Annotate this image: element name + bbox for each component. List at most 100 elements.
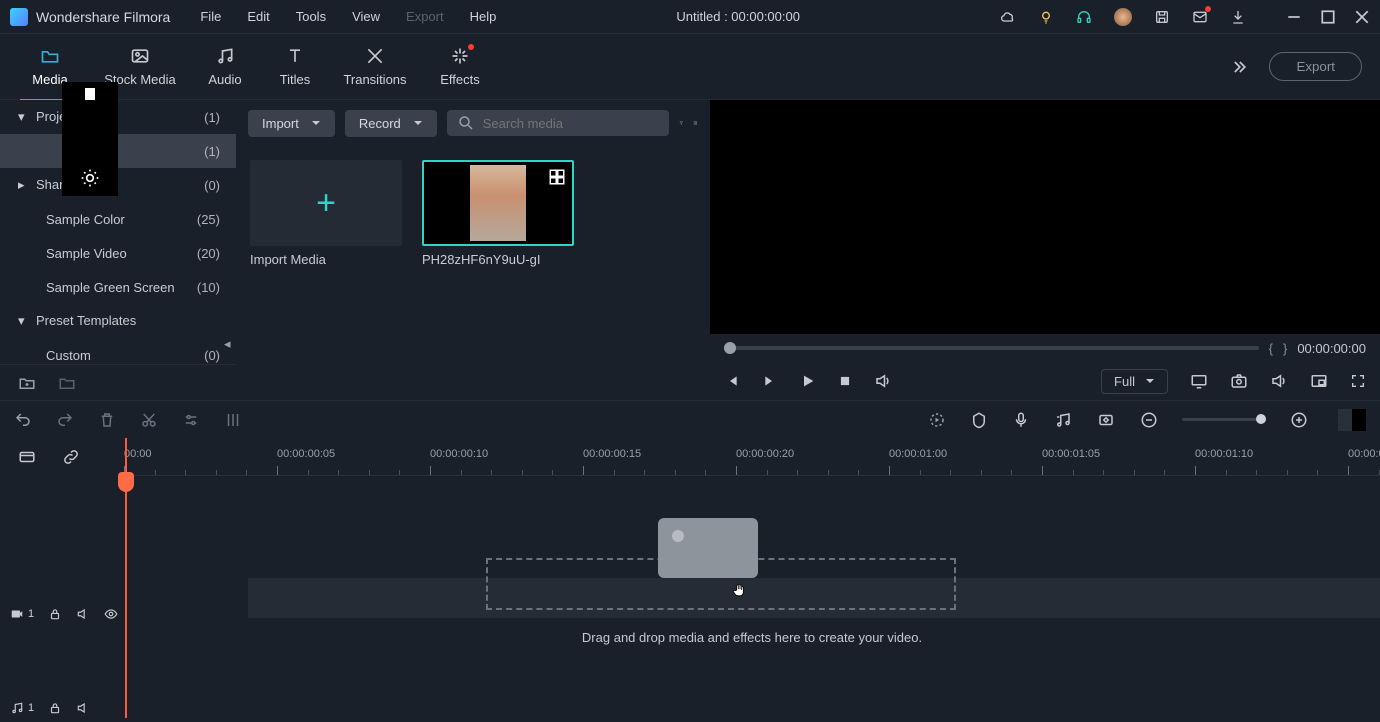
zoom-in-icon[interactable] [1290,411,1308,429]
next-frame-button[interactable] [762,373,778,389]
folder-settings-icon[interactable] [58,374,76,392]
menu-file[interactable]: File [200,9,221,24]
ruler-label: 00:00:00:10 [430,448,488,460]
snapshot-icon[interactable] [1230,372,1248,390]
marker-icon[interactable] [970,411,988,429]
menu-edit[interactable]: Edit [247,9,269,24]
pip-icon[interactable] [1310,372,1328,390]
export-button[interactable]: Export [1269,52,1362,81]
chevron-down-icon [311,118,321,128]
tab-transitions[interactable]: Transitions [330,46,420,87]
lock-icon[interactable] [48,701,62,715]
mark-out-icon[interactable]: } [1283,341,1287,356]
redo-icon[interactable] [56,411,74,429]
prev-frame-button[interactable] [724,373,740,389]
download-icon[interactable] [1230,9,1246,25]
collapse-panel-button[interactable]: ◂ [224,336,231,352]
tab-titles[interactable]: Titles [260,46,330,87]
message-button[interactable] [1192,9,1208,25]
video-track-header[interactable]: 1 [0,600,118,628]
search-field[interactable] [447,110,669,136]
close-icon[interactable] [1354,9,1370,25]
app-logo-icon [10,8,28,26]
timeline-track-headers: 1 1 [0,438,124,718]
ruler-label: 00:00:00:20 [736,448,794,460]
play-button[interactable] [800,373,816,389]
cloud-icon[interactable] [1000,9,1016,25]
preview-scrubber[interactable] [724,346,1259,350]
filter-icon[interactable] [679,114,684,132]
menu-tools[interactable]: Tools [296,9,326,24]
sidebar-item-sample-green[interactable]: Sample Green Screen (10) [0,270,236,304]
sidebar-item-project-media[interactable]: ▾Project Media (1) [0,100,236,134]
menu-export: Export [406,9,444,24]
voiceover-icon[interactable] [1012,411,1030,429]
menu-help[interactable]: Help [470,9,497,24]
timeline-tracks[interactable]: 00:0000:00:00:0500:00:00:1000:00:00:1500… [124,438,1380,718]
sidebar-item-sample-color[interactable]: Sample Color (25) [0,202,236,236]
import-media-tile[interactable]: + Import Media [250,160,402,267]
zoom-out-icon[interactable] [1140,411,1158,429]
audio-mixer-icon[interactable] [1054,411,1072,429]
zoom-handle[interactable] [1256,414,1266,424]
stop-button[interactable] [838,374,852,388]
record-dropdown[interactable]: Record [345,110,437,137]
render-icon[interactable] [928,411,946,429]
brightness-slider-popup[interactable] [62,82,118,196]
timeline-ruler[interactable]: 00:0000:00:00:0500:00:00:1000:00:00:1500… [124,438,1380,476]
sidebar-item-sample-video[interactable]: Sample Video (20) [0,236,236,270]
minimize-icon[interactable] [1286,9,1302,25]
equalizer-icon[interactable] [224,411,242,429]
import-dropdown[interactable]: Import [248,110,335,137]
cut-icon[interactable] [140,411,158,429]
playhead-handle[interactable] [118,472,134,492]
lightbulb-icon[interactable] [1038,9,1054,25]
tab-audio[interactable]: Audio [190,46,260,87]
avatar-icon[interactable] [1114,8,1132,26]
display-icon[interactable] [1190,372,1208,390]
sidebar-item-preset-templates[interactable]: ▾Preset Templates [0,304,236,338]
audio-output-icon[interactable] [1270,372,1288,390]
keyframe-icon[interactable] [1096,411,1116,429]
link-icon[interactable] [62,448,80,466]
visibility-icon[interactable] [104,607,118,621]
lock-icon[interactable] [48,607,62,621]
zoom-fit-button[interactable] [1338,409,1366,431]
volume-icon[interactable] [874,372,892,390]
mute-icon[interactable] [76,701,90,715]
brightness-handle[interactable] [85,88,95,100]
tab-transitions-label: Transitions [343,72,406,87]
headset-icon[interactable] [1076,9,1092,25]
preview-panel: { } 00:00:00:00 Full [710,100,1380,400]
quality-dropdown[interactable]: Full [1101,369,1168,394]
media-clip[interactable]: PH28zHF6nY9uU-gI [422,160,574,267]
track-manager-icon[interactable] [18,448,36,466]
delete-icon[interactable] [98,411,116,429]
save-icon[interactable] [1154,9,1170,25]
mute-icon[interactable] [76,607,90,621]
dragging-clip[interactable] [658,518,758,578]
search-icon [457,114,475,132]
mark-in-icon[interactable]: { [1269,341,1273,356]
menu-view[interactable]: View [352,9,380,24]
new-folder-icon[interactable] [18,374,36,392]
scrubber-handle[interactable] [724,342,736,354]
ruler-label: 00:00 [124,448,152,460]
undo-icon[interactable] [14,411,32,429]
fullscreen-icon[interactable] [1350,373,1366,389]
tab-stock-media[interactable]: Stock Media [90,46,190,87]
expand-tabs-button[interactable] [1229,57,1249,77]
tab-effects[interactable]: Effects [420,46,500,87]
grid-view-icon[interactable] [693,114,698,132]
zoom-slider[interactable] [1182,418,1266,421]
preview-canvas[interactable] [710,100,1380,334]
ruler-label: 00:00:01:05 [1042,448,1100,460]
maximize-icon[interactable] [1320,9,1336,25]
sidebar-item-folder-selected[interactable]: (1) [0,134,236,168]
playhead[interactable] [125,438,127,718]
search-input[interactable] [483,116,659,131]
adjust-icon[interactable] [182,411,200,429]
tab-media[interactable]: Media [10,46,90,87]
sidebar-item-shared-media[interactable]: ▸Shared Media (0) [0,168,236,202]
chevron-down-icon [413,118,423,128]
